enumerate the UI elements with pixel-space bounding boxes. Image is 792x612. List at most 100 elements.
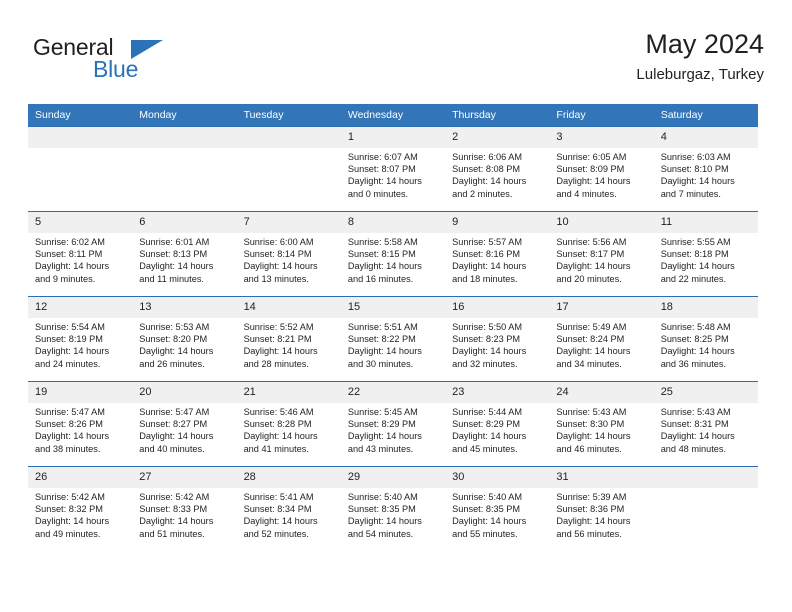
calendar-day-cell[interactable]: 21 Sunrise: 5:46 AM Sunset: 8:28 PM Dayligh…	[236, 381, 341, 467]
sunset-text: Sunset: 8:13 PM	[139, 249, 208, 260]
calendar-day-cell[interactable]: 26 Sunrise: 5:42 AM Sunset: 8:32 PM Dayligh…	[28, 466, 133, 551]
daylight-text-line1: Daylight: 14 hours	[35, 261, 110, 272]
daylight-text-line1: Daylight: 14 hours	[660, 431, 735, 442]
day-number	[132, 127, 237, 148]
day-sun-info: Sunrise: 6:03 AM Sunset: 8:10 PM Daylight:…	[654, 148, 758, 200]
sunset-text: Sunset: 8:10 PM	[660, 164, 729, 175]
sunrise-text: Sunrise: 5:45 AM	[347, 407, 418, 417]
calendar-day-cell[interactable]: 31 Sunrise: 5:39 AM Sunset: 8:36 PM Dayligh…	[549, 466, 654, 551]
calendar-day-cell[interactable]: 24 Sunrise: 5:43 AM Sunset: 8:30 PM Dayligh…	[549, 381, 654, 467]
calendar-day-cell[interactable]: 1 Sunrise: 6:07 AM Sunset: 8:07 PM Daylight…	[340, 126, 446, 212]
sunrise-text: Sunrise: 5:48 AM	[660, 322, 731, 332]
calendar-day-cell[interactable]: 13 Sunrise: 5:53 AM Sunset: 8:20 PM Dayligh…	[132, 296, 237, 382]
day-number: 22	[340, 382, 446, 403]
day-number: 7	[236, 212, 341, 233]
day-number: 25	[653, 382, 758, 403]
daylight-text-line1: Daylight: 14 hours	[347, 176, 422, 187]
calendar-day-cell[interactable]: 9 Sunrise: 5:57 AM Sunset: 8:16 PM Daylight…	[445, 211, 550, 297]
calendar-day-cell[interactable]: 17 Sunrise: 5:49 AM Sunset: 8:24 PM Dayligh…	[549, 296, 654, 382]
daylight-text-line2: and 7 minutes.	[660, 188, 721, 199]
day-sun-info: Sunrise: 5:42 AM Sunset: 8:33 PM Daylight:…	[132, 488, 236, 540]
calendar-day-cell[interactable]: 30 Sunrise: 5:40 AM Sunset: 8:35 PM Dayligh…	[445, 466, 550, 551]
page-subtitle: Luleburgaz, Turkey	[636, 66, 764, 83]
sunrise-text: Sunrise: 6:02 AM	[35, 237, 105, 247]
calendar-day-cell[interactable]: 6 Sunrise: 6:01 AM Sunset: 8:13 PM Daylight…	[132, 211, 237, 297]
daylight-text-line2: and 28 minutes.	[243, 358, 309, 369]
sunrise-text: Sunrise: 5:41 AM	[243, 492, 314, 502]
daylight-text-line1: Daylight: 14 hours	[556, 176, 631, 187]
calendar-day-cell[interactable]: 27 Sunrise: 5:42 AM Sunset: 8:33 PM Dayligh…	[132, 466, 237, 551]
day-number	[236, 127, 341, 148]
sunset-text: Sunset: 8:34 PM	[243, 504, 312, 515]
calendar-day-cell[interactable]: 18 Sunrise: 5:48 AM Sunset: 8:25 PM Dayligh…	[653, 296, 758, 382]
calendar-day-cell[interactable]: 2 Sunrise: 6:06 AM Sunset: 8:08 PM Daylight…	[445, 126, 550, 212]
day-number: 17	[549, 297, 654, 318]
daylight-text-line2: and 54 minutes.	[347, 528, 414, 539]
daylight-text-line1: Daylight: 14 hours	[452, 431, 527, 442]
sunrise-text: Sunrise: 6:06 AM	[452, 152, 523, 162]
daylight-text-line1: Daylight: 14 hours	[35, 346, 110, 357]
daylight-text-line2: and 4 minutes.	[556, 188, 617, 199]
daylight-text-line2: and 32 minutes.	[452, 358, 518, 369]
daylight-text-line1: Daylight: 14 hours	[347, 431, 422, 442]
day-sun-info: Sunrise: 6:05 AM Sunset: 8:09 PM Daylight:…	[549, 148, 653, 200]
day-sun-info: Sunrise: 5:50 AM Sunset: 8:23 PM Daylight:…	[445, 318, 549, 370]
brand-logo[interactable]: General Blue	[33, 34, 233, 92]
day-number	[653, 467, 758, 488]
sunset-text: Sunset: 8:33 PM	[139, 504, 208, 515]
daylight-text-line2: and 45 minutes.	[452, 443, 518, 454]
sunset-text: Sunset: 8:24 PM	[556, 334, 625, 345]
calendar-day-cell[interactable]: 16 Sunrise: 5:50 AM Sunset: 8:23 PM Dayligh…	[445, 296, 550, 382]
sunrise-text: Sunrise: 5:49 AM	[556, 322, 627, 332]
calendar-day-cell[interactable]: 10 Sunrise: 5:56 AM Sunset: 8:17 PM Dayligh…	[549, 211, 654, 297]
day-number: 3	[549, 127, 654, 148]
calendar-day-cell[interactable]: 23 Sunrise: 5:44 AM Sunset: 8:29 PM Dayligh…	[445, 381, 550, 467]
calendar-day-cell-empty	[132, 126, 237, 212]
calendar-day-cell[interactable]: 25 Sunrise: 5:43 AM Sunset: 8:31 PM Dayligh…	[653, 381, 758, 467]
day-sun-info: Sunrise: 5:52 AM Sunset: 8:21 PM Daylight:…	[237, 318, 341, 370]
calendar-day-cell[interactable]: 20 Sunrise: 5:47 AM Sunset: 8:27 PM Dayligh…	[132, 381, 237, 467]
daylight-text-line1: Daylight: 14 hours	[139, 516, 214, 527]
calendar-day-cell[interactable]: 29 Sunrise: 5:40 AM Sunset: 8:35 PM Dayligh…	[340, 466, 446, 551]
calendar-day-cell[interactable]: 7 Sunrise: 6:00 AM Sunset: 8:14 PM Daylight…	[236, 211, 341, 297]
sunset-text: Sunset: 8:30 PM	[556, 419, 625, 430]
calendar-day-cell[interactable]: 12 Sunrise: 5:54 AM Sunset: 8:19 PM Dayligh…	[28, 296, 133, 382]
day-sun-info: Sunrise: 5:48 AM Sunset: 8:25 PM Daylight:…	[654, 318, 758, 370]
day-number: 29	[340, 467, 446, 488]
calendar-day-cell[interactable]: 15 Sunrise: 5:51 AM Sunset: 8:22 PM Dayligh…	[340, 296, 446, 382]
sunset-text: Sunset: 8:14 PM	[243, 249, 312, 260]
daylight-text-line2: and 36 minutes.	[660, 358, 727, 369]
title-block: May 2024 Luleburgaz, Turkey	[636, 28, 764, 86]
sunset-text: Sunset: 8:16 PM	[452, 249, 521, 260]
day-sun-info: Sunrise: 5:39 AM Sunset: 8:36 PM Daylight:…	[549, 488, 653, 540]
calendar-day-cell[interactable]: 3 Sunrise: 6:05 AM Sunset: 8:09 PM Daylight…	[549, 126, 654, 212]
sunrise-text: Sunrise: 5:43 AM	[556, 407, 627, 417]
calendar-day-cell[interactable]: 4 Sunrise: 6:03 AM Sunset: 8:10 PM Daylight…	[653, 126, 758, 212]
daylight-text-line1: Daylight: 14 hours	[243, 516, 318, 527]
sunset-text: Sunset: 8:19 PM	[35, 334, 103, 345]
day-sun-info: Sunrise: 5:44 AM Sunset: 8:29 PM Daylight:…	[445, 403, 549, 455]
calendar-header-row: Sunday Monday Tuesday Wednesday Thursday…	[28, 104, 758, 127]
calendar-day-cell[interactable]: 14 Sunrise: 5:52 AM Sunset: 8:21 PM Dayligh…	[236, 296, 341, 382]
daylight-text-line1: Daylight: 14 hours	[35, 431, 110, 442]
day-number: 18	[653, 297, 758, 318]
calendar-day-cell[interactable]: 11 Sunrise: 5:55 AM Sunset: 8:18 PM Dayligh…	[653, 211, 758, 297]
daylight-text-line1: Daylight: 14 hours	[347, 261, 422, 272]
daylight-text-line1: Daylight: 14 hours	[452, 261, 527, 272]
sunrise-text: Sunrise: 5:43 AM	[660, 407, 731, 417]
day-sun-info: Sunrise: 5:54 AM Sunset: 8:19 PM Daylight:…	[28, 318, 132, 370]
calendar-day-cell[interactable]: 28 Sunrise: 5:41 AM Sunset: 8:34 PM Dayligh…	[236, 466, 341, 551]
day-number: 8	[340, 212, 446, 233]
calendar-day-cell[interactable]: 8 Sunrise: 5:58 AM Sunset: 8:15 PM Daylight…	[340, 211, 446, 297]
daylight-text-line1: Daylight: 14 hours	[243, 346, 318, 357]
day-number: 1	[340, 127, 446, 148]
calendar-day-cell[interactable]: 5 Sunrise: 6:02 AM Sunset: 8:11 PM Daylight…	[28, 211, 133, 297]
calendar-day-cell[interactable]: 19 Sunrise: 5:47 AM Sunset: 8:26 PM Dayligh…	[28, 381, 133, 467]
daylight-text-line2: and 20 minutes.	[556, 273, 622, 284]
daylight-text-line2: and 49 minutes.	[35, 528, 101, 539]
day-sun-info: Sunrise: 5:40 AM Sunset: 8:35 PM Daylight:…	[341, 488, 445, 540]
daylight-text-line1: Daylight: 14 hours	[660, 261, 735, 272]
calendar-day-cell[interactable]: 22 Sunrise: 5:45 AM Sunset: 8:29 PM Dayligh…	[340, 381, 446, 467]
sunset-text: Sunset: 8:11 PM	[35, 249, 103, 260]
daylight-text-line1: Daylight: 14 hours	[139, 261, 214, 272]
